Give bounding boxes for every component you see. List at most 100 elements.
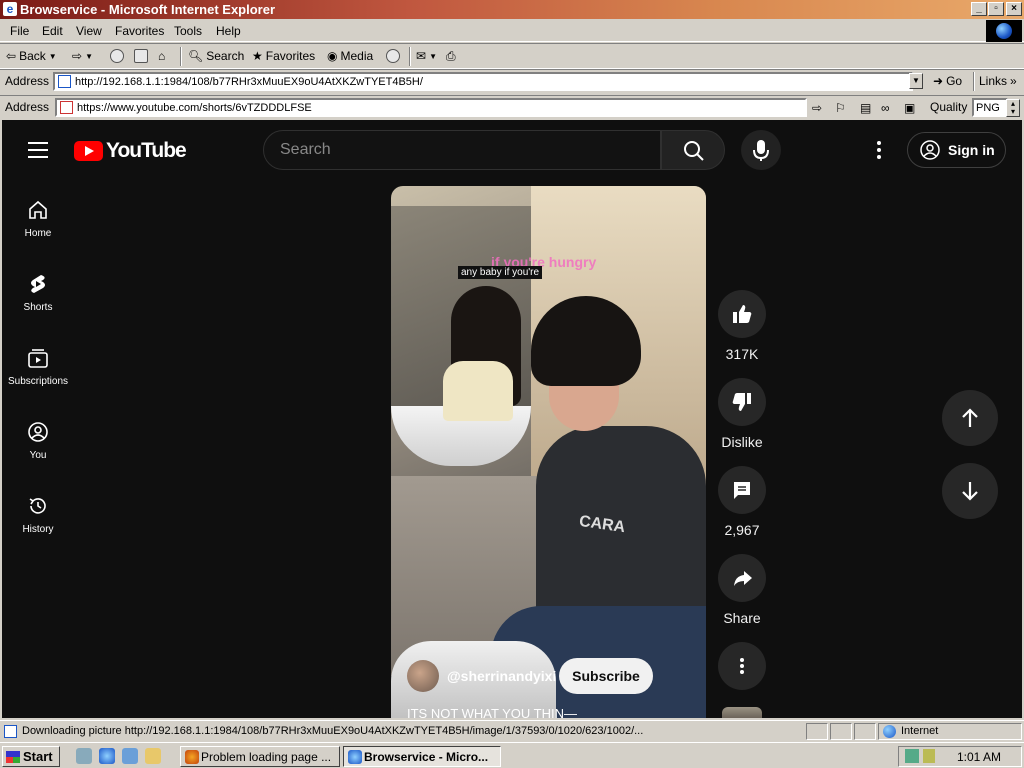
search-button[interactable] (661, 130, 725, 170)
youtube-play-icon (74, 141, 103, 161)
hamburger-menu-icon[interactable] (28, 142, 48, 158)
close-button[interactable]: × (1006, 2, 1022, 16)
clock[interactable]: 1:01 AM (957, 750, 1001, 764)
channel-name[interactable]: @sherrinandyixi (447, 668, 556, 684)
bookmark-button[interactable]: ⚐ (835, 101, 846, 115)
forward-arrow-icon: ⇨ (72, 49, 83, 63)
bookmark-icon: ⚐ (835, 101, 846, 115)
taskbar-item-firefox[interactable]: Problem loading page ... (180, 746, 340, 767)
navigate-button[interactable]: ⇨ (812, 101, 822, 115)
page-icon (58, 75, 71, 88)
browservice-address-input[interactable]: https://www.youtube.com/shorts/6vTZDDDLF… (55, 98, 807, 117)
mail-button[interactable]: ✉ ▼ (416, 49, 437, 63)
arrow-down-icon (962, 482, 978, 501)
go-arrow-icon: ➜ (933, 74, 944, 88)
maximize-button[interactable]: ▫ (988, 2, 1004, 16)
search-button[interactable]: 🔍︎ Search (188, 49, 244, 63)
microphone-icon (753, 140, 769, 161)
nav-history[interactable]: History (2, 494, 74, 535)
start-button[interactable]: Start (2, 746, 60, 767)
share-icon (734, 571, 752, 586)
dislike-button[interactable]: Dislike (717, 378, 767, 450)
history-toolbar-button[interactable] (386, 49, 400, 63)
window-title-bar[interactable]: e Browservice - Microsoft Internet Explo… (0, 0, 1024, 19)
clipboard-button[interactable]: ▣ (904, 101, 915, 115)
short-title[interactable]: ITS NOT WHAT YOU THIN— (407, 706, 577, 718)
menu-help[interactable]: Help (216, 24, 241, 38)
ie-address-input[interactable]: http://192.168.1.1:1984/108/b77RHr3xMuuE… (53, 72, 913, 91)
minimize-button[interactable]: _ (971, 2, 987, 16)
print-button[interactable]: ⎙ (446, 49, 456, 64)
bookmarks-icon: ▤ (860, 101, 872, 115)
find-button[interactable]: ∞ (881, 101, 890, 115)
channel-avatar[interactable] (407, 660, 439, 692)
settings-kebab-icon[interactable] (869, 138, 889, 162)
subscribe-button[interactable]: Subscribe (559, 658, 653, 694)
window-title: Browservice - Microsoft Internet Explore… (20, 2, 276, 17)
like-button[interactable]: 317K (717, 290, 767, 362)
taskbar-item-ie[interactable]: Browservice - Micro... (343, 746, 501, 767)
short-video-player[interactable]: CARA if you're hungry any baby if you're… (391, 186, 706, 718)
previous-short-button[interactable] (942, 390, 998, 446)
nav-subscriptions[interactable]: Subscriptions (2, 346, 74, 387)
explorer-icon[interactable] (145, 748, 161, 764)
nav-you[interactable]: You (2, 420, 74, 461)
browser-viewport[interactable]: YouTube Search Sign in Home Shorts Subsc… (2, 120, 1022, 718)
menu-file[interactable]: File (10, 24, 29, 38)
favorites-icon: ★ (252, 49, 263, 63)
nav-home[interactable]: Home (2, 198, 74, 239)
arrow-up-icon (962, 408, 978, 427)
more-actions-button[interactable] (717, 642, 767, 698)
menu-favorites[interactable]: Favorites (115, 24, 164, 38)
go-button[interactable]: ➜ Go (933, 74, 962, 88)
network-icon[interactable] (905, 749, 919, 763)
comments-button[interactable]: 2,967 (717, 466, 767, 538)
tray-app-icon[interactable] (923, 749, 935, 763)
voice-search-button[interactable] (741, 130, 781, 170)
windows-logo (986, 20, 1022, 42)
ie-launch-icon[interactable] (99, 748, 115, 764)
bookmarks-list-button[interactable]: ▤ (860, 101, 871, 115)
favorites-button[interactable]: ★ Favorites (252, 49, 315, 63)
sign-in-button[interactable]: Sign in (907, 132, 1006, 168)
forward-button[interactable]: ⇨ ▼ (72, 49, 93, 63)
media-button[interactable]: ◉ Media (327, 49, 373, 63)
globe-icon (996, 23, 1012, 39)
ie-address-bar: Address http://192.168.1.1:1984/108/b77R… (0, 69, 1024, 93)
search-input[interactable]: Search (263, 130, 661, 170)
menu-tools[interactable]: Tools (174, 24, 202, 38)
insecure-page-icon (60, 101, 73, 114)
stop-button[interactable] (110, 49, 124, 63)
show-desktop-icon[interactable] (76, 748, 92, 764)
chevron-down-icon: ▼ (429, 51, 437, 61)
stop-icon (110, 49, 124, 63)
quality-spinner[interactable]: ▴ ▾ (1006, 99, 1020, 117)
youtube-logo[interactable]: YouTube (74, 139, 187, 163)
menu-view[interactable]: View (76, 24, 102, 38)
print-icon: ⎙ (446, 49, 456, 63)
quality-select[interactable]: PNG (972, 98, 1008, 117)
back-button[interactable]: ⇦ Back ▼ (6, 49, 57, 63)
outlook-icon[interactable] (122, 748, 138, 764)
more-vert-icon (740, 658, 744, 674)
chevron-down-icon: ▼ (85, 51, 93, 61)
firefox-icon (185, 750, 199, 764)
chevron-down-icon: ▼ (48, 51, 57, 61)
chevron-right-icon: » (1010, 74, 1017, 88)
address-label: Address (5, 100, 50, 114)
refresh-icon (134, 49, 148, 63)
next-short-button[interactable] (942, 463, 998, 519)
menu-edit[interactable]: Edit (42, 24, 63, 38)
refresh-button[interactable] (134, 49, 148, 63)
address-dropdown-button[interactable]: ▼ (909, 73, 923, 89)
sound-thumbnail[interactable] (722, 707, 762, 718)
shorts-icon (31, 275, 45, 293)
home-button[interactable]: ⌂ (158, 49, 165, 63)
links-button[interactable]: Links» (979, 74, 1017, 88)
video-subtitle: any baby if you're (458, 266, 543, 279)
security-zone: Internet (878, 723, 1022, 740)
browservice-address-bar: Address https://www.youtube.com/shorts/6… (0, 95, 1024, 120)
share-button[interactable]: Share (717, 554, 767, 626)
nav-shorts[interactable]: Shorts (2, 272, 74, 313)
media-icon: ◉ (327, 49, 338, 63)
